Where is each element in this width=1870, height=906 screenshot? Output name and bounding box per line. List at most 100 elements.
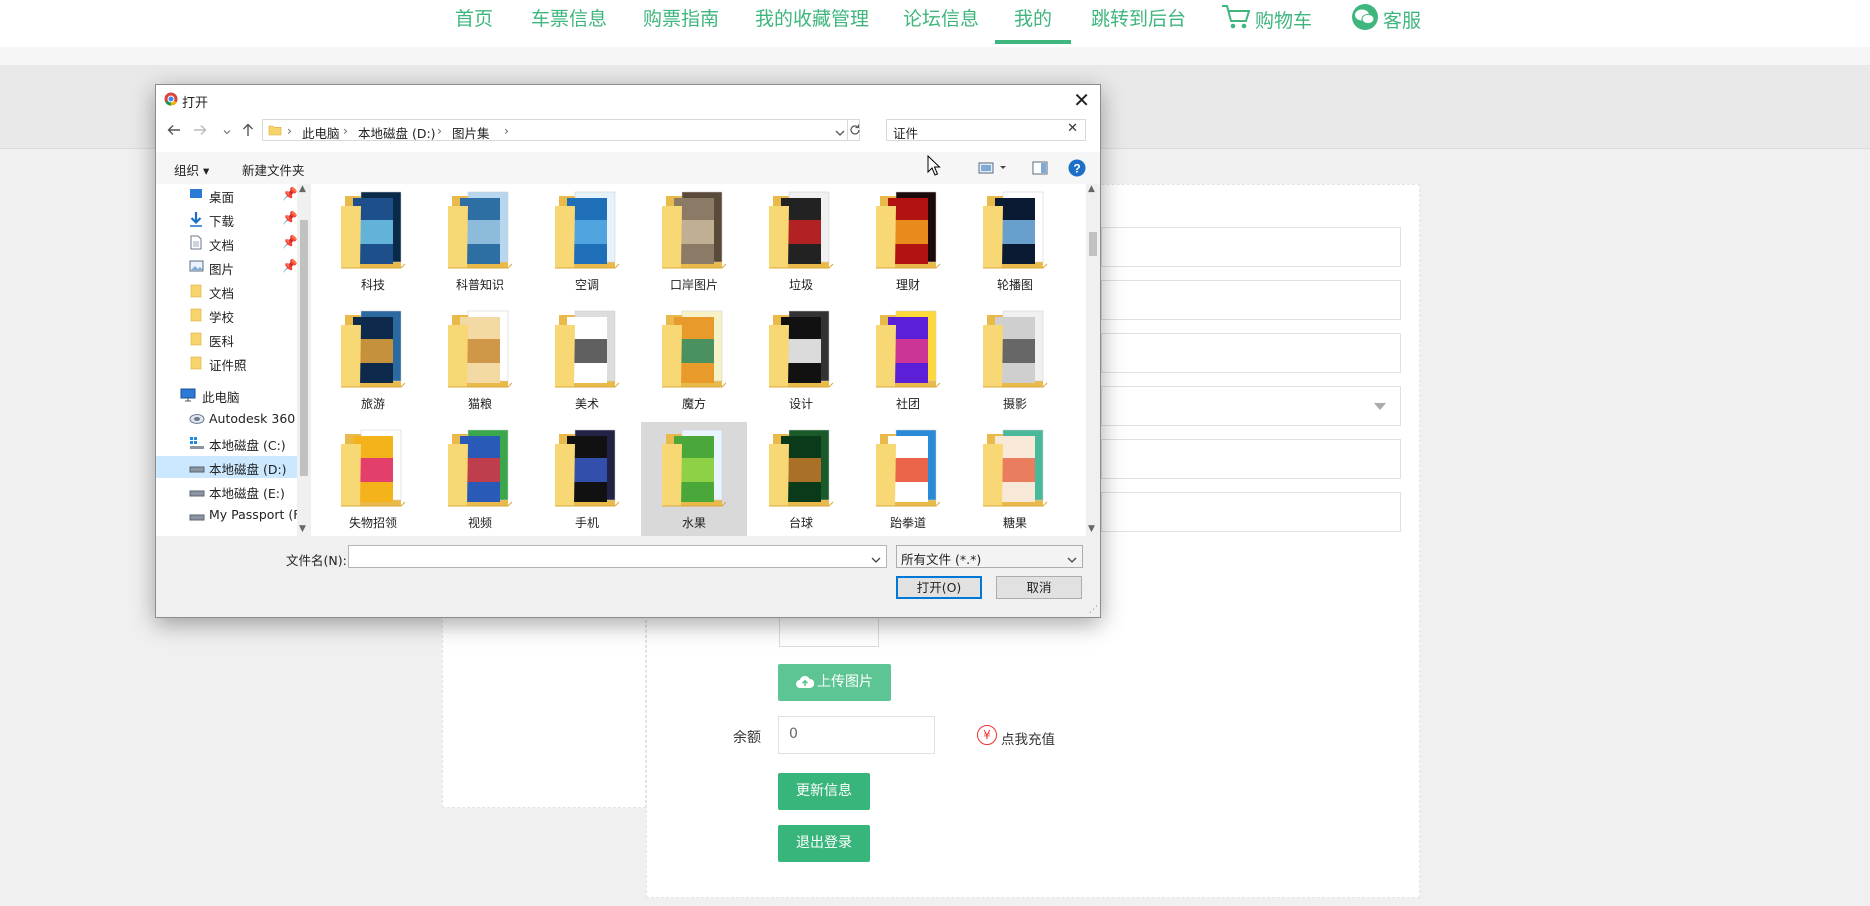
balance-label: 余额: [733, 730, 761, 746]
folder-item[interactable]: 水果: [641, 422, 747, 536]
folder-item[interactable]: 台球: [748, 422, 854, 536]
forward-icon[interactable]: [192, 122, 208, 142]
upload-image-button[interactable]: 上传图片: [778, 664, 891, 701]
folder-item[interactable]: 跆拳道: [855, 422, 961, 536]
tree-item-this-pc[interactable]: 此电脑: [156, 384, 311, 406]
file-type-select[interactable]: 所有文件 (*.*): [896, 545, 1083, 568]
tree-item-folder-school[interactable]: 学校: [156, 304, 311, 326]
close-button[interactable]: ✕: [1073, 88, 1090, 112]
cancel-button[interactable]: 取消: [996, 576, 1082, 599]
tree-item-pictures[interactable]: 图片 📌: [156, 256, 311, 278]
nav-guide[interactable]: 购票指南: [643, 4, 719, 44]
tree-item-drive-c[interactable]: 本地磁盘 (C:): [156, 432, 311, 454]
nav-admin[interactable]: 跳转到后台: [1091, 4, 1186, 44]
scroll-down-icon[interactable]: ▼: [1088, 524, 1095, 534]
tree-scrollbar[interactable]: ▲ ▼: [297, 184, 311, 536]
breadcrumb-this-pc[interactable]: 此电脑: [302, 123, 340, 142]
folder-item[interactable]: 社团: [855, 303, 961, 421]
new-folder-button[interactable]: 新建文件夹: [242, 160, 305, 179]
folder-item[interactable]: 魔方: [641, 303, 747, 421]
resize-grip-icon[interactable]: ⋰: [1089, 605, 1098, 615]
tree-item-folder-id-photos[interactable]: 证件照: [156, 352, 311, 374]
folder-label: 垃圾: [788, 278, 813, 292]
nav-home[interactable]: 首页: [455, 4, 493, 44]
preview-pane-icon[interactable]: [1032, 161, 1048, 179]
recent-chevron-icon[interactable]: [223, 125, 231, 140]
folder-item[interactable]: 轮播图: [962, 184, 1068, 302]
search-field[interactable]: 证件 ✕: [886, 119, 1086, 141]
tree-item-desktop[interactable]: 桌面 📌: [156, 184, 311, 206]
nav-service[interactable]: 客服: [1351, 4, 1421, 44]
tree-item-my-passport[interactable]: My Passport (F: [156, 504, 311, 526]
tree-item-folder-medical[interactable]: 医科: [156, 328, 311, 350]
tree-item-documents-quick[interactable]: 文档 📌: [156, 232, 311, 254]
nav-tickets[interactable]: 车票信息: [531, 4, 607, 44]
folder-icon: [190, 308, 202, 325]
tree-item-autodesk[interactable]: Autodesk 360: [156, 408, 311, 430]
balance-input[interactable]: 0: [778, 716, 935, 754]
view-options-icon[interactable]: [978, 161, 1010, 179]
scroll-up-icon[interactable]: ▲: [299, 184, 306, 194]
folder-thumbnail-icon: [341, 191, 406, 269]
folder-thumbnail-icon: [876, 191, 941, 269]
grid-scroll-thumb[interactable]: [1089, 232, 1097, 256]
folder-icon: [190, 356, 202, 373]
folder-label: 轮播图: [996, 278, 1033, 292]
folder-thumbnail-icon: [448, 310, 513, 388]
organize-menu[interactable]: 组织 ▾: [174, 160, 209, 179]
clear-search-icon[interactable]: ✕: [1067, 121, 1078, 136]
cloud-upload-icon: [796, 667, 815, 704]
folder-label: 设计: [788, 397, 813, 411]
folder-item[interactable]: 失物招领: [320, 422, 426, 536]
breadcrumb-drive-d[interactable]: 本地磁盘 (D:): [358, 123, 436, 142]
recharge-link[interactable]: 点我充值: [1001, 728, 1055, 748]
update-info-button[interactable]: 更新信息: [778, 773, 870, 810]
chevron-down-icon[interactable]: [871, 553, 881, 568]
logout-button[interactable]: 退出登录: [778, 825, 870, 862]
upload-image-label: 上传图片: [817, 674, 873, 690]
nav-favorites[interactable]: 我的收藏管理: [755, 4, 869, 44]
nav-mine[interactable]: 我的: [995, 4, 1071, 44]
folder-item[interactable]: 视频: [427, 422, 533, 536]
tree-item-drive-d[interactable]: 本地磁盘 (D:): [156, 456, 297, 478]
folder-item[interactable]: 糖果: [962, 422, 1068, 536]
filename-input[interactable]: [348, 545, 887, 568]
folder-thumbnail-icon: [662, 191, 727, 269]
tree-item-downloads[interactable]: 下载 📌: [156, 208, 311, 230]
folder-item[interactable]: 设计: [748, 303, 854, 421]
folder-thumbnail-icon: [983, 429, 1048, 507]
folder-item[interactable]: 手机: [534, 422, 640, 536]
refresh-icon[interactable]: [847, 120, 860, 140]
folder-item[interactable]: 科技: [320, 184, 426, 302]
open-button[interactable]: 打开(O): [896, 576, 982, 599]
folder-item[interactable]: 理财: [855, 184, 961, 302]
cart-icon: [1221, 4, 1251, 35]
address-dropdown-icon[interactable]: [835, 126, 845, 141]
breadcrumb-pictures[interactable]: 图片集: [452, 123, 490, 142]
tree-item-drive-e[interactable]: 本地磁盘 (E:): [156, 480, 311, 502]
folder-item[interactable]: 猫粮: [427, 303, 533, 421]
folder-item[interactable]: 口岸图片: [641, 184, 747, 302]
folder-item[interactable]: 旅游: [320, 303, 426, 421]
folder-item[interactable]: 空调: [534, 184, 640, 302]
nav-forum[interactable]: 论坛信息: [903, 4, 979, 44]
tree-item-folder-documents[interactable]: 文档: [156, 280, 311, 302]
back-icon[interactable]: [166, 122, 182, 142]
folder-item[interactable]: 摄影: [962, 303, 1068, 421]
address-bar[interactable]: › 此电脑 › 本地磁盘 (D:) › 图片集 ›: [262, 119, 860, 141]
folder-item[interactable]: 垃圾: [748, 184, 854, 302]
folder-thumbnail-icon: [876, 310, 941, 388]
scroll-down-icon[interactable]: ▼: [299, 524, 306, 534]
yen-icon: ¥: [977, 725, 997, 745]
folder-icon: [190, 332, 202, 349]
up-icon[interactable]: [240, 122, 256, 142]
scroll-up-icon[interactable]: ▲: [1088, 184, 1095, 194]
folder-item[interactable]: 美术: [534, 303, 640, 421]
pin-icon: 📌: [282, 186, 298, 201]
nav-cart[interactable]: 购物车: [1221, 4, 1312, 44]
chevron-down-icon: [1067, 553, 1077, 568]
grid-scrollbar[interactable]: ▲ ▼: [1086, 184, 1100, 536]
tree-scroll-thumb[interactable]: [300, 220, 308, 476]
help-icon[interactable]: ?: [1068, 159, 1086, 181]
folder-item[interactable]: 科普知识: [427, 184, 533, 302]
